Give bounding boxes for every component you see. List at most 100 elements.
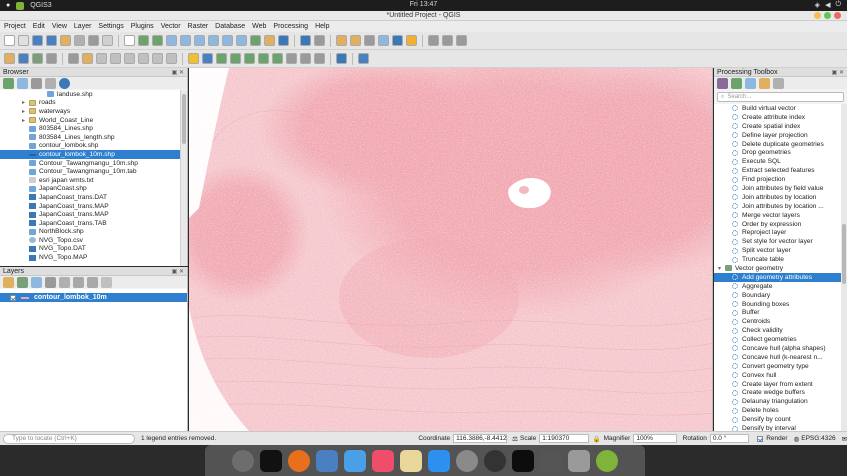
algorithm-item[interactable]: Create wedge buffers [714,389,841,398]
refresh-icon[interactable] [3,77,14,89]
browser-item[interactable]: Contour_Tawangmangu_10m.shp [0,159,180,168]
history-icon[interactable] [731,77,742,89]
edit-tool-25-icon[interactable] [336,53,347,64]
algorithm-item[interactable]: Densify by count [714,415,841,424]
toolbox-scroll-thumb[interactable] [842,224,846,284]
system-clock[interactable]: Fri 13:47 [0,1,847,8]
menu-layer[interactable]: Layer [74,23,92,30]
browser-item[interactable]: NorthBlock.shp [0,228,180,237]
results-icon[interactable] [745,77,756,89]
algorithm-item[interactable]: Create spatial index [714,122,841,131]
contour-map-render[interactable] [189,68,713,431]
menu-help[interactable]: Help [315,23,329,30]
edit-tool-17-icon[interactable] [230,53,241,64]
expand-all-icon[interactable] [73,276,84,288]
algorithm-item[interactable]: Collect geometries [714,335,841,344]
browser-item[interactable]: ▸ roads [0,99,180,108]
main-tool-10-icon[interactable] [138,35,149,46]
browser-item[interactable]: ▸ waterways [0,107,180,116]
edit-tool-20-icon[interactable] [272,53,283,64]
crs-button[interactable]: EPSG:4326 [801,435,835,442]
edit-tool-12-icon[interactable] [166,53,177,64]
browser-item[interactable]: 803584_Lines_length.shp [0,133,180,142]
add-group-icon[interactable] [17,276,28,288]
algorithm-item[interactable]: Set style for vector layer [714,237,841,246]
algorithm-item[interactable]: Join attributes by location [714,193,841,202]
main-tool-22-icon[interactable] [300,35,311,46]
edit-tool-1-icon[interactable] [18,53,29,64]
algorithm-item[interactable]: Delete holes [714,406,841,415]
edit-tool-5-icon[interactable] [68,53,79,64]
edit-features-in-place-icon[interactable] [759,77,770,89]
main-tool-19-icon[interactable] [264,35,275,46]
edit-tool-6-icon[interactable] [82,53,93,64]
menu-project[interactable]: Project [4,23,26,30]
edit-tool-14-icon[interactable] [188,53,199,64]
launchpad-icon[interactable] [232,449,254,472]
menu-raster[interactable]: Raster [188,23,209,30]
toolbox-scrollbar[interactable] [841,104,847,431]
algorithm-item[interactable]: Centroids [714,317,841,326]
algorithm-item[interactable]: Join attributes by location ... [714,202,841,211]
main-tool-6-icon[interactable] [88,35,99,46]
algorithm-item[interactable]: Create layer from extent [714,380,841,389]
algorithm-item[interactable]: Concave hull (alpha shapes) [714,344,841,353]
console-icon[interactable] [512,449,534,472]
models-icon[interactable] [717,77,728,89]
firefox-icon[interactable] [288,449,310,472]
power-icon[interactable]: ⏻ [835,1,841,9]
algorithm-group[interactable]: ▾ Vector geometry [714,264,841,273]
main-tool-25-icon[interactable] [336,35,347,46]
browser-item[interactable]: JapanCoast.shp [0,185,180,194]
browser-item[interactable]: JapanCoast_trans.DAT [0,193,180,202]
main-tool-1-icon[interactable] [18,35,29,46]
algorithm-item[interactable]: Drop geometries [714,148,841,157]
edit-tool-0-icon[interactable] [4,53,15,64]
browser-item[interactable]: contour_lombok.shp [0,142,180,151]
algorithm-item[interactable]: Extract selected features [714,166,841,175]
add-layer-icon[interactable] [17,77,28,89]
render-checkbox[interactable] [757,435,764,442]
main-tool-5-icon[interactable] [74,35,85,46]
browser-item[interactable]: JapanCoast_trans.MAP [0,202,180,211]
amazon-icon[interactable] [484,449,506,472]
algorithm-item[interactable]: Merge vector layers [714,211,841,220]
browser-item[interactable]: JapanCoast_trans.MAP [0,210,180,219]
filter-icon[interactable] [31,77,42,89]
edit-tool-15-icon[interactable] [202,53,213,64]
filter-legend-icon[interactable] [45,276,56,288]
algorithm-item[interactable]: Order by expression [714,220,841,229]
browser-item[interactable]: 803584_Lines.shp [0,124,180,133]
algorithm-item[interactable]: Buffer [714,308,841,317]
menu-processing[interactable]: Processing [273,23,308,30]
edit-tool-16-icon[interactable] [216,53,227,64]
expand-arrow-icon[interactable]: ▸ [22,108,29,115]
menu-database[interactable]: Database [215,23,245,30]
main-tool-12-icon[interactable] [166,35,177,46]
remove-layer-icon[interactable] [101,276,112,288]
main-tool-26-icon[interactable] [350,35,361,46]
browser-item[interactable]: landuse.shp [0,90,180,99]
crs-globe-icon[interactable]: ◍ [794,435,800,443]
browser-item[interactable]: Contour_Tawangmangu_10m.tab [0,167,180,176]
algorithm-item[interactable]: Convert geometry type [714,362,841,371]
main-tool-18-icon[interactable] [250,35,261,46]
finder-icon[interactable] [344,449,366,472]
edit-tool-3-icon[interactable] [46,53,57,64]
algorithm-item[interactable]: Check validity [714,326,841,335]
rotation-field[interactable]: 0.0 ° [709,434,750,443]
menu-view[interactable]: View [52,23,67,30]
main-tool-7-icon[interactable] [102,35,113,46]
algorithm-tree[interactable]: Build virtual vector Create attribute ind… [714,104,841,431]
algorithm-item[interactable]: Bounding boxes [714,300,841,309]
edit-tool-10-icon[interactable] [138,53,149,64]
panel-float-close-icons[interactable]: ▣ ✕ [832,69,847,76]
maximize-button[interactable] [824,12,831,19]
algorithm-item[interactable]: Truncate table [714,255,841,264]
info-icon[interactable] [59,77,70,89]
main-tool-17-icon[interactable] [236,35,247,46]
terminal-icon[interactable] [260,449,282,472]
algorithm-item[interactable]: Create attribute index [714,113,841,122]
main-tool-15-icon[interactable] [208,35,219,46]
trash-icon[interactable] [568,449,590,472]
